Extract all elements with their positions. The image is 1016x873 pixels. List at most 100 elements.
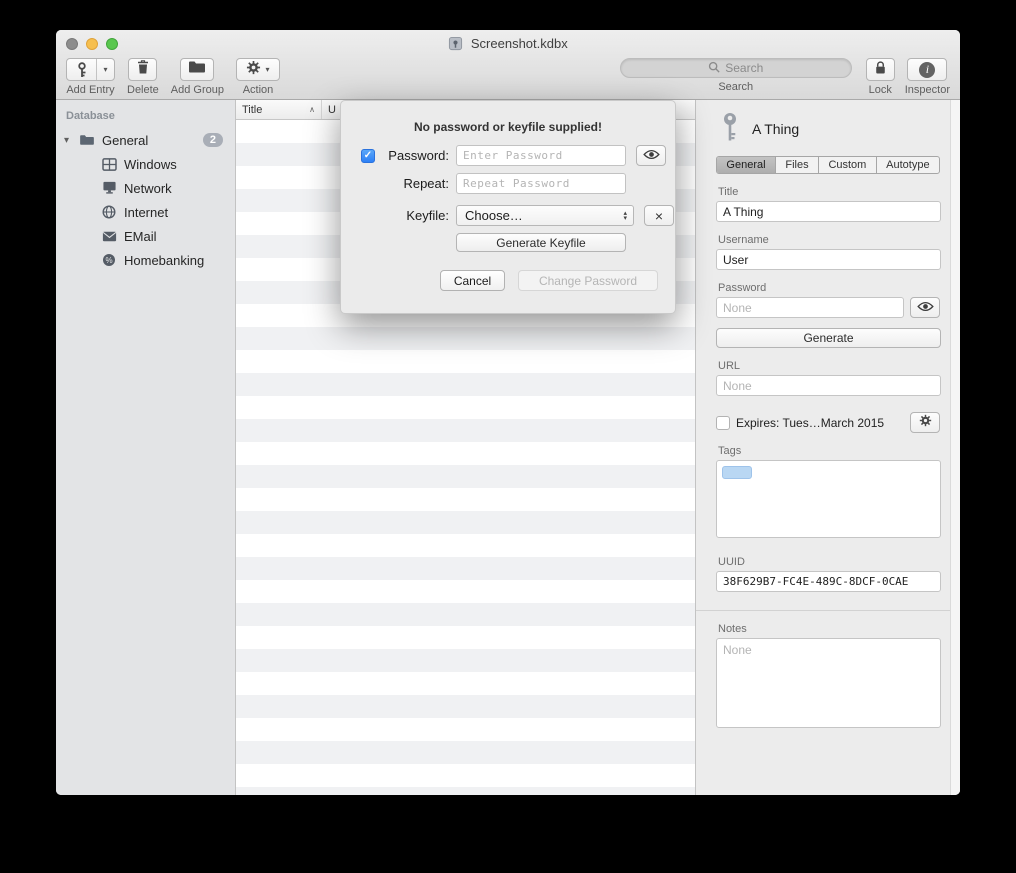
sidebar-group-label: General bbox=[102, 133, 148, 148]
gear-icon bbox=[246, 60, 261, 80]
generate-password-button[interactable]: Generate bbox=[716, 328, 941, 348]
entry-title: A Thing bbox=[752, 121, 799, 137]
enter-password-input[interactable] bbox=[456, 145, 626, 166]
notes-field-label: Notes bbox=[718, 623, 938, 635]
keyfile-popup[interactable]: Choose… ▴▾ bbox=[456, 205, 634, 226]
sidebar-group-general[interactable]: ▾ General 2 bbox=[56, 128, 235, 152]
lock-label: Lock bbox=[869, 84, 892, 96]
column-username-label: U bbox=[328, 104, 336, 116]
search-label: Search bbox=[718, 81, 753, 93]
disclosure-triangle-icon[interactable]: ▾ bbox=[64, 135, 78, 146]
notes-field[interactable] bbox=[716, 638, 941, 728]
lock-group: Lock bbox=[866, 58, 895, 96]
search-icon bbox=[708, 61, 720, 76]
entry-count-badge: 2 bbox=[203, 133, 223, 147]
change-password-button[interactable]: Change Password bbox=[518, 270, 658, 291]
window-title: Screenshot.kdbx bbox=[56, 36, 960, 54]
lock-button[interactable] bbox=[866, 58, 895, 81]
action-button[interactable]: ▾ bbox=[236, 58, 280, 81]
sidebar-item-label: Internet bbox=[124, 205, 168, 220]
search-input[interactable]: Search bbox=[620, 58, 852, 78]
tab-files[interactable]: Files bbox=[776, 157, 819, 173]
inspector-button[interactable]: i bbox=[907, 58, 947, 81]
add-group-label: Add Group bbox=[171, 84, 224, 96]
keyfile-label: Keyfile: bbox=[381, 208, 449, 223]
sidebar-item-windows[interactable]: Windows bbox=[56, 152, 235, 176]
change-password-dialog: No password or keyfile supplied! ✓ Passw… bbox=[340, 100, 676, 314]
titlebar: Screenshot.kdbx bbox=[56, 30, 960, 56]
password-field[interactable] bbox=[716, 297, 904, 318]
key-icon bbox=[722, 112, 738, 147]
trash-icon bbox=[136, 59, 150, 80]
delete-button[interactable] bbox=[128, 58, 157, 81]
document-icon bbox=[448, 39, 463, 54]
sidebar-item-network[interactable]: Network bbox=[56, 176, 235, 200]
username-field-label: Username bbox=[718, 234, 938, 246]
sidebar-item-label: Network bbox=[124, 181, 172, 196]
add-group-button[interactable] bbox=[180, 58, 214, 81]
dialog-message: No password or keyfile supplied! bbox=[341, 120, 675, 134]
uuid-field-label: UUID bbox=[718, 556, 938, 568]
app-window: Screenshot.kdbx ▾ Add Entry Delete Add G… bbox=[56, 30, 960, 795]
generate-keyfile-button[interactable]: Generate Keyfile bbox=[456, 233, 626, 252]
add-entry-group: ▾ Add Entry bbox=[66, 58, 115, 96]
eye-icon bbox=[917, 299, 934, 317]
coin-percent-icon: % bbox=[100, 253, 118, 267]
gear-icon bbox=[919, 414, 932, 432]
expires-checkbox[interactable] bbox=[716, 416, 730, 430]
globe-icon bbox=[100, 205, 118, 219]
inspector-panel: A Thing General Files Custom Autotype Ti… bbox=[695, 100, 960, 795]
tags-field[interactable] bbox=[716, 460, 941, 538]
column-header-title[interactable]: Title ∧ bbox=[236, 100, 322, 119]
chevron-down-icon: ▾ bbox=[265, 65, 269, 74]
window-title-text: Screenshot.kdbx bbox=[471, 36, 568, 51]
tab-general[interactable]: General bbox=[717, 157, 776, 173]
delete-group: Delete bbox=[127, 58, 159, 96]
tag-chip[interactable] bbox=[722, 466, 752, 479]
sidebar-item-internet[interactable]: Internet bbox=[56, 200, 235, 224]
delete-label: Delete bbox=[127, 84, 159, 96]
inspector-label: Inspector bbox=[905, 84, 950, 96]
eye-icon bbox=[643, 147, 660, 165]
sort-ascending-icon: ∧ bbox=[309, 105, 315, 114]
envelope-icon bbox=[100, 231, 118, 242]
reveal-password-button[interactable] bbox=[636, 145, 666, 166]
windows-icon bbox=[100, 158, 118, 171]
expires-settings-button[interactable] bbox=[910, 412, 940, 433]
password-checkbox[interactable]: ✓ bbox=[361, 149, 375, 163]
sidebar-item-homebanking[interactable]: % Homebanking bbox=[56, 248, 235, 272]
sidebar-item-label: Homebanking bbox=[124, 253, 204, 268]
tab-autotype[interactable]: Autotype bbox=[877, 157, 939, 173]
add-entry-label: Add Entry bbox=[66, 84, 114, 96]
search-group: Search Search bbox=[620, 58, 852, 93]
inspector-tabs: General Files Custom Autotype bbox=[716, 156, 940, 174]
password-field-label: Password bbox=[718, 282, 938, 294]
divider bbox=[696, 610, 960, 611]
sidebar-item-label: Windows bbox=[124, 157, 177, 172]
add-entry-button[interactable] bbox=[67, 59, 97, 80]
cancel-button[interactable]: Cancel bbox=[440, 270, 505, 291]
clear-keyfile-button[interactable]: × bbox=[644, 205, 674, 226]
inspector-scrollbar[interactable] bbox=[950, 100, 960, 795]
username-field[interactable] bbox=[716, 249, 941, 270]
svg-text:%: % bbox=[105, 256, 112, 265]
reveal-password-button[interactable] bbox=[910, 297, 940, 318]
toolbar-buttons: ▾ Add Entry Delete Add Group ▾ Action bbox=[56, 56, 960, 100]
url-field[interactable] bbox=[716, 375, 941, 396]
sidebar: Database ▾ General 2 Windows Network Int… bbox=[56, 100, 236, 795]
repeat-label: Repeat: bbox=[381, 176, 449, 191]
add-entry-dropdown[interactable]: ▾ bbox=[97, 59, 114, 80]
sidebar-item-email[interactable]: EMail bbox=[56, 224, 235, 248]
column-title-label: Title bbox=[242, 104, 262, 116]
action-group: ▾ Action bbox=[236, 58, 280, 96]
title-field[interactable] bbox=[716, 201, 941, 222]
expires-label: Expires: Tues…March 2015 bbox=[736, 416, 884, 430]
close-icon: × bbox=[655, 209, 663, 223]
lock-icon bbox=[874, 60, 887, 80]
tab-custom[interactable]: Custom bbox=[819, 157, 877, 173]
info-icon: i bbox=[919, 62, 935, 78]
uuid-field[interactable] bbox=[716, 571, 941, 592]
repeat-password-input[interactable] bbox=[456, 173, 626, 194]
sidebar-header: Database bbox=[56, 108, 235, 128]
search-placeholder: Search bbox=[725, 61, 763, 75]
